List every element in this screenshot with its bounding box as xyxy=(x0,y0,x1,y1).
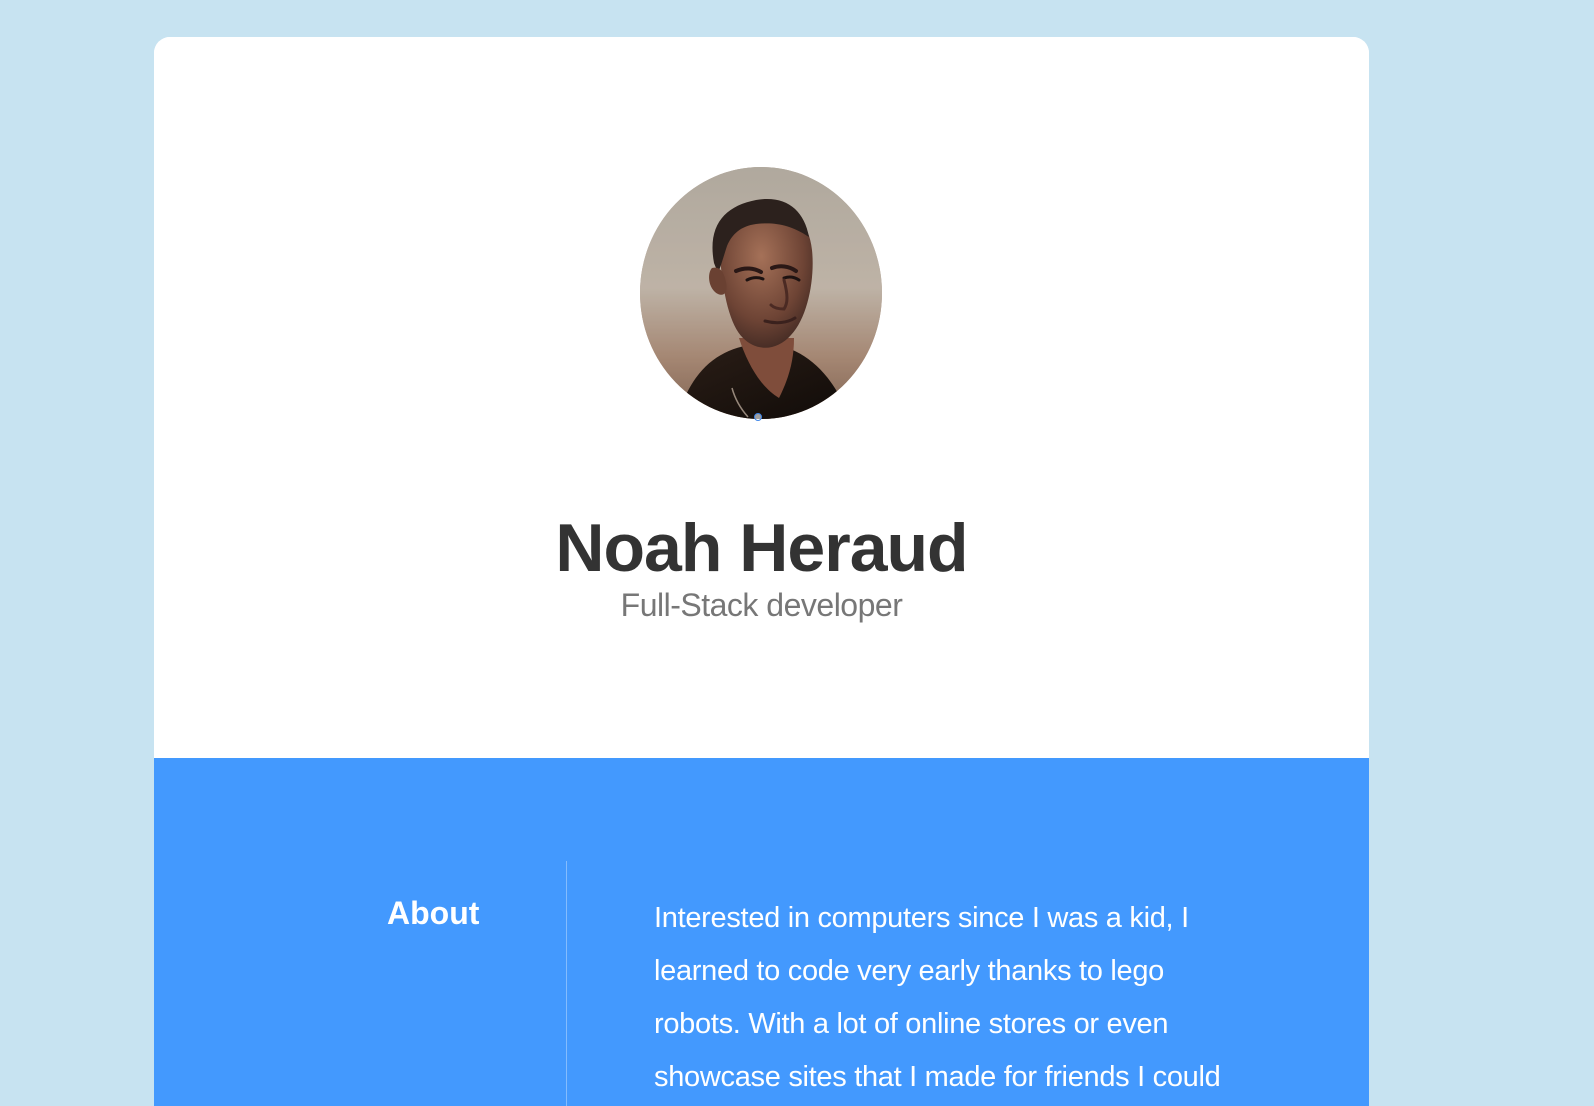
profile-photo-icon xyxy=(640,167,882,419)
about-description: Interested in computers since I was a ki… xyxy=(654,902,1221,1093)
about-section: About Interested in computers since I wa… xyxy=(154,758,1369,1106)
about-divider xyxy=(566,861,567,1106)
avatar xyxy=(640,167,882,419)
profile-name: Noah Heraud xyxy=(555,509,968,586)
avatar-selection-handle xyxy=(754,413,762,421)
about-heading: About xyxy=(387,894,480,931)
profile-header: Noah Heraud Full-Stack developer xyxy=(154,37,1369,758)
profile-card: Noah Heraud Full-Stack developer About I… xyxy=(154,37,1369,1106)
profile-role: Full-Stack developer xyxy=(620,587,903,623)
